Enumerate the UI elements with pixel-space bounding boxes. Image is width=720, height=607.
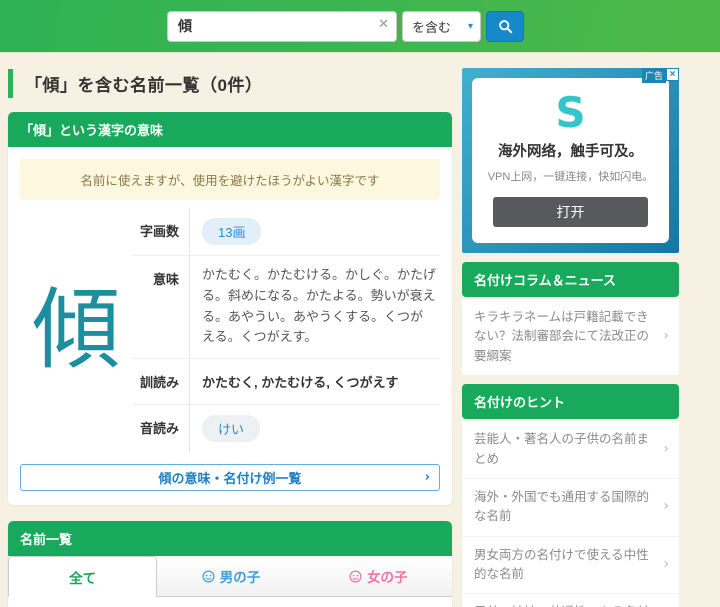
search-button[interactable] — [486, 10, 524, 42]
top-search-bar: ✕ を含む ▾ — [0, 0, 720, 53]
chevron-right-icon: › — [663, 328, 669, 345]
kunyomi-row: 訓読み かたむく, かたむける, くつがえす — [132, 359, 440, 406]
hint-item-international[interactable]: 海外・外国でも通用する国際的な名前 › — [462, 477, 679, 536]
ad-subtitle: VPN上网，一键连接，快如闪电。 — [487, 171, 654, 183]
news-item[interactable]: キラキラネームは戸籍記載できない？法制審部会にて法改正の要綱案 › — [462, 299, 679, 376]
column-news-list: キラキラネームは戸籍記載できない？法制審部会にて法改正の要綱案 › — [462, 299, 679, 376]
chevron-right-icon: › — [663, 440, 669, 457]
vpn-logo-icon: S — [555, 88, 586, 137]
tab-all[interactable]: 全て — [8, 556, 158, 598]
chevron-right-icon: › — [663, 556, 669, 573]
kanji-search-input[interactable] — [167, 10, 397, 42]
kunyomi-value: かたむく, かたむける, くつがえす — [202, 375, 399, 391]
hint-item-label: 海外・外国でも通用する国際的な名前 — [474, 489, 650, 524]
hints-list: 芸能人・著名人の子供の名前まとめ › 海外・外国でも通用する国際的な名前 › 男… — [462, 421, 679, 607]
ad-banner[interactable]: 广告 × S 海外网络，触手可及。 VPN上网，一键连接，快如闪电。 打开 — [462, 68, 679, 253]
search-icon — [498, 19, 513, 34]
kanji-detail-link[interactable]: 傾の意味・名付け例一覧 › — [20, 464, 440, 492]
onyomi-badge[interactable]: けい — [202, 415, 261, 443]
meaning-row: 意味 かたむく。かたむける。かしぐ。かたげる。斜めになる。かたよる。勢いが衰える… — [132, 256, 440, 360]
news-item-label: キラキラネームは戸籍記載できない？法制審部会にて法改正の要綱案 — [474, 310, 650, 363]
clear-icon[interactable]: ✕ — [378, 17, 389, 32]
tab-all-label: 全て — [69, 570, 97, 586]
boy-face-icon — [202, 570, 215, 583]
onyomi-row: 音読み けい — [132, 405, 440, 453]
strokes-row: 字画数 13画 — [132, 208, 440, 256]
match-type-value: を含む — [412, 19, 452, 35]
strokes-label: 字画数 — [132, 208, 190, 255]
gender-tabs: 全て 男の子 女の子 — [8, 556, 452, 598]
page-title: 「傾」を含む名前一覧（0件） — [8, 69, 452, 98]
kanji-detail-link-label: 傾の意味・名付け例一覧 — [158, 471, 302, 487]
hint-item-label: 男女両方の名付けで使える中性的な名前 — [474, 547, 649, 581]
chevron-right-icon: › — [424, 470, 430, 486]
onyomi-label: 音読み — [132, 405, 190, 453]
strokes-badge[interactable]: 13画 — [202, 218, 262, 245]
kanji-glyph: 傾 — [31, 278, 120, 382]
girl-face-icon — [349, 570, 362, 583]
tab-boys[interactable]: 男の子 — [157, 556, 305, 598]
hints-header: 名付けのヒント — [462, 384, 679, 420]
hint-item-celebrity[interactable]: 芸能人・著名人の子供の名前まとめ › — [462, 421, 679, 478]
ad-title: 海外网络，触手可及。 — [498, 144, 643, 160]
usage-notice: 名前に使えますが、使用を避けたほうがよい漢字です — [20, 159, 440, 200]
kanji-meaning-header: 「傾」という漢字の意味 — [8, 112, 452, 147]
match-type-select[interactable]: を含む ▾ — [402, 10, 481, 42]
ad-label: 广告 — [641, 68, 666, 83]
hint-item-unisex[interactable]: 男女両方の名付けで使える中性的な名前 › — [462, 535, 679, 594]
kanji-info-table: 傾 字画数 13画 意味 かたむく。かたむける。かしぐ。かたげる。斜めになる。か… — [20, 208, 440, 453]
column-news-header: 名付けコラム＆ニュース — [462, 262, 679, 297]
caret-down-icon: ▾ — [467, 20, 473, 32]
tab-boys-label: 男の子 — [219, 570, 261, 586]
name-list-header: 名前一覧 — [8, 521, 452, 557]
kunyomi-label: 訓読み — [132, 359, 190, 405]
ad-close-icon[interactable]: × — [666, 68, 679, 81]
hint-item-siblings[interactable]: 兄弟・姉妹で共通性のある名付け › — [462, 593, 679, 607]
chevron-right-icon: › — [663, 498, 669, 515]
hint-item-label: 芸能人・著名人の子供の名前まとめ — [474, 432, 650, 466]
tab-girls[interactable]: 女の子 — [304, 556, 452, 598]
meaning-label: 意味 — [132, 256, 190, 359]
kanji-search-field: ✕ — [167, 10, 397, 42]
ad-open-button[interactable]: 打开 — [492, 197, 649, 227]
name-list-card: 名前一覧 全て 男の子 女の子 — [8, 521, 452, 607]
tab-girls-label: 女の子 — [367, 570, 408, 586]
ad-frame: S 海外网络，触手可及。 VPN上网，一键连接，快如闪电。 打开 — [462, 68, 679, 253]
meaning-value: かたむく。かたむける。かしぐ。かたげる。斜めになる。かたよる。勢いが衰える。あや… — [202, 267, 437, 345]
kanji-meaning-card: 「傾」という漢字の意味 名前に使えますが、使用を避けたほうがよい漢字です 傾 字… — [8, 112, 452, 506]
